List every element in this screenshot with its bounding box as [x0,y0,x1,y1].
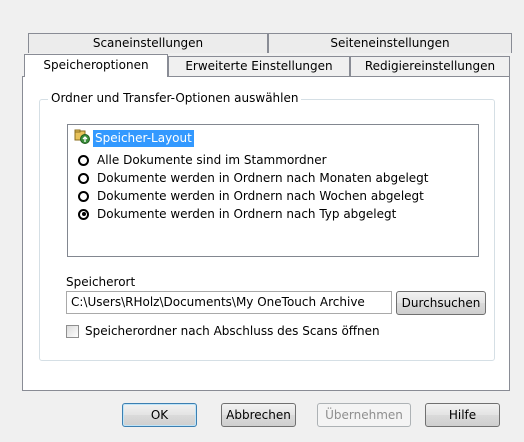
tab-scaneinstellungen[interactable]: Scaneinstellungen [28,33,268,53]
option-label: Dokumente werden in Ordnern nach Monaten… [97,171,429,185]
location-label: Speicherort [66,275,136,289]
option-stammordner[interactable]: Alle Dokumente sind im Stammordner [78,151,429,169]
folder-transfer-group: Ordner und Transfer-Optionen auswählen S… [39,91,495,361]
cancel-button[interactable]: Abbrechen [221,403,296,427]
radio-icon[interactable] [78,172,89,184]
tab-erweiterte-einstellungen[interactable]: Erweiterte Einstellungen [168,56,350,76]
option-typ[interactable]: Dokumente werden in Ordnern nach Typ abg… [78,205,429,223]
settings-dialog: Scaneinstellungen Seiteneinstellungen Sp… [0,0,524,442]
storage-layout-tree[interactable]: Speicher-Layout Alle Dokumente sind im S… [67,124,479,257]
option-label: Alle Dokumente sind im Stammordner [97,153,327,167]
help-button[interactable]: Hilfe [425,403,500,427]
group-title: Ordner und Transfer-Optionen auswählen [48,91,302,105]
checkbox-icon[interactable] [66,324,79,338]
option-label: Dokumente werden in Ordnern nach Typ abg… [97,207,397,221]
radio-icon[interactable] [78,154,89,166]
tab-seiteneinstellungen[interactable]: Seiteneinstellungen [268,33,512,53]
tab-panel-speicheroptionen: Ordner und Transfer-Optionen auswählen S… [22,76,510,391]
option-monaten[interactable]: Dokumente werden in Ordnern nach Monaten… [78,169,429,187]
option-label: Dokumente werden in Ordnern nach Wochen … [97,189,424,203]
tree-title[interactable]: Speicher-Layout [93,130,194,147]
option-wochen[interactable]: Dokumente werden in Ordnern nach Wochen … [78,187,429,205]
apply-button[interactable]: Übernehmen [317,403,411,427]
radio-selected-icon[interactable] [78,208,89,220]
radio-icon[interactable] [78,190,89,202]
open-after-scan-label: Speicherordner nach Abschluss des Scans … [85,324,380,338]
location-path-field[interactable]: C:\Users\RHolz\Documents\My OneTouch Arc… [66,291,392,314]
storage-layout-icon [74,129,93,148]
tab-speicheroptionen[interactable]: Speicheroptionen [24,54,168,77]
tab-redigiereinstellungen[interactable]: Redigiereinstellungen [350,56,510,76]
ok-button[interactable]: OK [122,403,197,427]
tree-header[interactable]: Speicher-Layout [74,129,194,148]
browse-button[interactable]: Durchsuchen [396,291,486,315]
open-after-scan-row[interactable]: Speicherordner nach Abschluss des Scans … [66,324,380,338]
layout-options: Alle Dokumente sind im Stammordner Dokum… [78,151,429,223]
